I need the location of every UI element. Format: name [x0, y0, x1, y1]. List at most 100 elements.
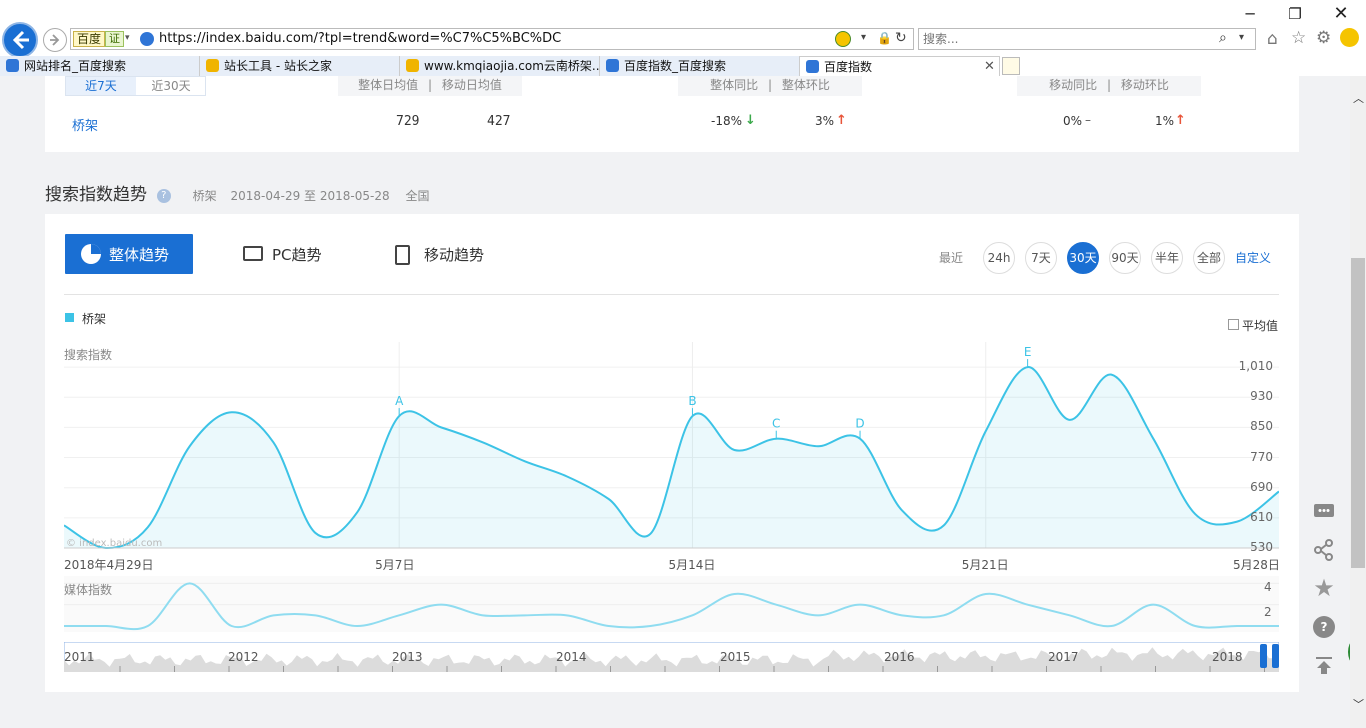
y-tick-label: 930	[1250, 389, 1273, 404]
scrollbar-thumb[interactable]	[1351, 258, 1365, 568]
lock-icon[interactable]: 🔒	[877, 31, 892, 45]
dropdown-icon[interactable]: ▾	[861, 32, 866, 43]
browser-search-input[interactable]	[923, 31, 1203, 47]
y-tick-label: 610	[1250, 509, 1273, 524]
tab-close-icon[interactable]: ✕	[984, 57, 995, 76]
minimize-icon[interactable]: ─	[1239, 4, 1261, 24]
phone-icon	[395, 245, 410, 265]
address-bar[interactable]: 百度 证 ▾ https://index.baidu.com/?tpl=tren…	[70, 28, 914, 50]
x-tick-label: 5月28日	[1233, 558, 1280, 572]
search-dropdown-icon[interactable]: ▾	[1239, 32, 1244, 43]
new-tab-button[interactable]	[1002, 57, 1020, 75]
arrow-right-icon	[50, 34, 60, 46]
range-24h-button[interactable]: 24h	[983, 242, 1015, 274]
back-button[interactable]	[2, 22, 38, 58]
site-icon	[406, 59, 419, 72]
range-halfyear-button[interactable]: 半年	[1151, 242, 1183, 274]
timeline-year-label: 2014	[556, 650, 587, 664]
timeline-year-label: 2017	[1048, 650, 1079, 664]
search-index-chart[interactable]: A B C D E	[64, 342, 1279, 552]
smiley-icon[interactable]	[1340, 28, 1359, 47]
range-90d-button[interactable]: 90天	[1109, 242, 1141, 274]
timeline-year-label: 2018	[1212, 650, 1243, 664]
tab-mobile-trend[interactable]: 移动趋势	[395, 234, 515, 274]
help-icon[interactable]: ?	[156, 189, 171, 203]
scroll-down-icon[interactable]: ﹀	[1353, 696, 1364, 712]
restore-icon[interactable]: ❐	[1284, 4, 1306, 24]
tab-overall-trend[interactable]: 整体趋势	[65, 234, 193, 274]
timeline-year-label: 2011	[64, 650, 95, 664]
range-30d-button[interactable]: 30天	[1067, 242, 1099, 274]
arrow-up-icon: ↑	[1175, 113, 1186, 128]
extension-icon[interactable]	[835, 31, 851, 47]
tab-3[interactable]: 百度指数_百度搜索	[600, 56, 800, 76]
keyword-link[interactable]: 桥架	[72, 115, 98, 134]
flat-dash-icon: –	[1085, 113, 1091, 127]
header-divider: |	[427, 78, 433, 92]
watermark: © index.baidu.com	[66, 538, 163, 549]
period-tab-7d[interactable]: 近7天	[66, 77, 136, 95]
mobile-avg-value: 427	[487, 114, 511, 129]
tab-1[interactable]: 站长工具 - 站长之家	[200, 56, 400, 76]
custom-range-link[interactable]: 自定义	[1235, 249, 1271, 266]
close-window-icon[interactable]: ✕	[1330, 4, 1352, 24]
scroll-up-icon[interactable]: ︿	[1353, 90, 1364, 106]
average-label[interactable]: 平均值	[1242, 317, 1278, 334]
tab-label: 整体趋势	[109, 246, 170, 264]
tab-label: 百度指数_百度搜索	[624, 59, 727, 73]
site-badge[interactable]: 百度	[73, 31, 106, 47]
cert-badge[interactable]: 证	[105, 31, 124, 47]
summary-card: 近7天 近30天 整体日均值 | 移动日均值 整体同比 | 整体环比 移动同比 …	[45, 76, 1299, 152]
tab-pc-trend[interactable]: PC趋势	[243, 234, 353, 274]
refresh-icon[interactable]: ↻	[895, 30, 907, 46]
star-icon[interactable]: ★	[1306, 572, 1342, 604]
overall-mom-value: 3%	[815, 114, 835, 128]
feedback-icon[interactable]	[1306, 496, 1342, 528]
x-tick-label: 5月21日	[961, 558, 1009, 572]
share-icon[interactable]	[1306, 534, 1342, 566]
favorites-star-icon[interactable]: ☆	[1291, 28, 1306, 48]
magnifier-icon[interactable]: ⌕	[1219, 30, 1227, 46]
x-tick-label: 5月14日	[668, 558, 716, 572]
arrow-up-icon: ↑	[836, 113, 847, 128]
timeline-year-label: 2016	[884, 650, 915, 664]
range-7d-button[interactable]: 7天	[1025, 242, 1057, 274]
tab-2[interactable]: www.kmqiaojia.com云南桥架...	[400, 56, 600, 76]
timeline-handle[interactable]	[1260, 644, 1280, 670]
home-icon[interactable]: ⌂	[1267, 29, 1278, 49]
arrow-left-icon	[12, 30, 29, 50]
tab-label: PC趋势	[272, 246, 322, 264]
overall-mom-header: 整体环比	[781, 78, 830, 92]
chevron-down-icon[interactable]: ▾	[125, 33, 130, 43]
tab-0[interactable]: 网站排名_百度搜索	[0, 56, 200, 76]
y-tick-label: 530	[1250, 540, 1273, 554]
meta-region: 全国	[405, 189, 430, 203]
period-tab-30d[interactable]: 近30天	[136, 77, 206, 95]
header-divider: |	[767, 78, 773, 92]
overall-avg-header: 整体日均值	[358, 78, 419, 92]
legend-label[interactable]: 桥架	[82, 310, 106, 327]
y-tick-label: 1,010	[1238, 359, 1273, 374]
media-y-axis-label: 媒体指数	[64, 583, 113, 597]
range-all-button[interactable]: 全部	[1193, 242, 1225, 274]
help-circle-icon[interactable]: ?	[1306, 611, 1342, 643]
tab-label: 网站排名_百度搜索	[24, 59, 127, 73]
overall-avg-value: 729	[396, 114, 420, 129]
scrollbar[interactable]: ︿ ﹀	[1350, 76, 1366, 728]
annotation-C: C	[772, 417, 780, 431]
browser-search-box[interactable]: ⌕ ▾	[918, 28, 1256, 50]
recent-label: 最近	[939, 251, 964, 265]
average-checkbox[interactable]	[1228, 319, 1239, 330]
gear-icon[interactable]: ⚙	[1316, 28, 1331, 48]
tab-label: 百度指数	[824, 60, 873, 74]
back-to-top-icon[interactable]	[1306, 649, 1342, 681]
baidu-paw-icon	[606, 59, 619, 72]
overall-yoy-header: 整体同比	[710, 78, 759, 92]
page-content: 近7天 近30天 整体日均值 | 移动日均值 整体同比 | 整体环比 移动同比 …	[0, 76, 1366, 728]
forward-button[interactable]	[43, 28, 67, 52]
media-y-tick: 4	[1264, 580, 1272, 594]
legend-swatch	[65, 313, 74, 322]
url-text[interactable]: https://index.baidu.com/?tpl=trend&word=…	[159, 31, 561, 46]
tab-4-active[interactable]: 百度指数 ✕	[800, 56, 1000, 76]
media-index-chart[interactable]	[64, 576, 1279, 632]
